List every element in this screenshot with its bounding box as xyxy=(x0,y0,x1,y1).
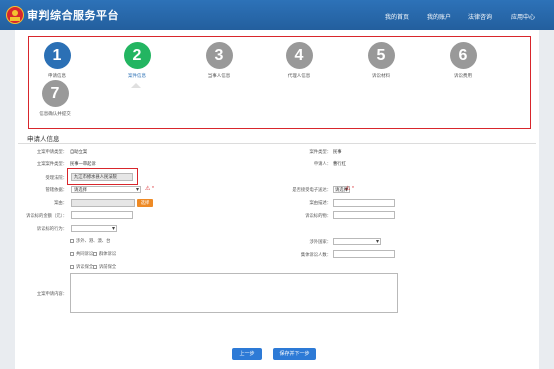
small-claims-checkbox[interactable]: 诉讼保全 xyxy=(70,264,93,270)
litigation-act-label: 诉讼标的行为： xyxy=(36,226,67,231)
claim-amount-label: 诉讼标的金额（元）： xyxy=(26,213,67,218)
step-5-number: 5 xyxy=(367,42,395,69)
case-code-value: 民事一审起诉 xyxy=(70,161,96,166)
section-divider xyxy=(18,143,536,144)
claim-object-field[interactable] xyxy=(333,211,395,219)
foreign-related-label: 涉外、港、澳、台 xyxy=(76,238,111,243)
court-emblem-icon xyxy=(6,6,24,24)
nav-legal-consult[interactable]: 法律咨询 xyxy=(468,12,492,21)
cause-desc-field[interactable] xyxy=(333,199,395,207)
pre-preservation-checkbox[interactable]: 诉前保全 xyxy=(93,264,116,270)
apply-type-value: 自助立案 xyxy=(70,149,88,154)
court-highlight-box xyxy=(67,168,138,185)
litigant-count-field[interactable] xyxy=(333,250,395,258)
claim-object-label: 诉讼标的物： xyxy=(305,213,331,218)
group-litigation-label: 群体诉讼 xyxy=(99,251,117,256)
step-5[interactable]: 5 诉讼材料 xyxy=(351,42,411,79)
checkbox-icon xyxy=(70,252,74,256)
foreign-country-select[interactable] xyxy=(333,238,381,245)
step-3-number: 3 xyxy=(205,42,233,69)
checkbox-icon xyxy=(93,265,97,269)
applicant-value: 曹行红 xyxy=(333,161,346,166)
required-star: * xyxy=(152,186,154,192)
case-class-label: 案件类型： xyxy=(309,149,331,154)
save-next-button[interactable]: 保存并下一步 xyxy=(273,348,316,360)
step-4-number: 4 xyxy=(285,42,313,69)
litigation-act-select[interactable] xyxy=(71,225,117,232)
case-cause-label: 案由： xyxy=(54,200,67,205)
warning-icon: ⚠ xyxy=(145,186,151,192)
step-1-number: 1 xyxy=(43,42,71,69)
nav-account[interactable]: 我的账户 xyxy=(427,12,451,21)
nav-home[interactable]: 我的首页 xyxy=(385,12,409,21)
agency-select[interactable]: 请选择 xyxy=(71,186,141,193)
case-class-value: 民事 xyxy=(333,149,342,154)
section-title: 申请人信息 xyxy=(27,136,60,143)
step-7-label: 信息确认并提交 xyxy=(39,111,71,116)
checkbox-icon xyxy=(70,265,74,269)
step-5-label: 诉讼材料 xyxy=(372,73,390,78)
joint-litigation-checkbox[interactable]: 共同诉讼 xyxy=(70,251,93,257)
court-label: 受理法院： xyxy=(45,175,67,180)
step-2-number: 2 xyxy=(123,42,151,69)
small-claims-label: 诉讼保全 xyxy=(76,264,94,269)
remarks-textarea[interactable] xyxy=(70,273,398,313)
select-cause-button[interactable]: 选择 xyxy=(137,199,153,207)
step-2-label: 案件信息 xyxy=(128,73,146,78)
step-3-label: 当事人信息 xyxy=(207,73,231,78)
step-4-label: 代理人信息 xyxy=(287,73,311,78)
foreign-country-label: 涉外国家： xyxy=(309,239,331,244)
warning-icon: ⚠ xyxy=(345,186,351,192)
cause-desc-label: 案由描述： xyxy=(309,200,331,205)
case-code-label: 立案案件类型： xyxy=(36,161,67,166)
step-7-number: 7 xyxy=(41,80,69,107)
step-6[interactable]: 6 诉讼费用 xyxy=(433,42,493,79)
remarks-label: 立案申请内容： xyxy=(36,291,67,296)
applicant-label: 申请人： xyxy=(313,161,331,166)
apply-type-label: 立案申请类型： xyxy=(36,149,67,154)
foreign-related-checkbox[interactable]: 涉外、港、澳、台 xyxy=(70,238,110,244)
joint-litigation-label: 共同诉讼 xyxy=(76,251,94,256)
top-header-bar: 审判综合服务平台 我的首页 我的账户 法律咨询 应用中心 xyxy=(0,0,554,30)
nav-app-center[interactable]: 应用中心 xyxy=(511,12,535,21)
step-1-label: 申请信息 xyxy=(48,73,66,78)
litigant-count-label: 集体诉讼人数： xyxy=(300,252,331,257)
step-6-number: 6 xyxy=(449,42,477,69)
group-litigation-checkbox[interactable]: 群体诉讼 xyxy=(93,251,116,257)
case-cause-field[interactable] xyxy=(71,199,135,207)
e-delivery-label: 是否接受电子送达： xyxy=(292,187,331,192)
agency-select-value: 请选择 xyxy=(74,187,87,192)
pre-preservation-label: 诉前保全 xyxy=(99,264,117,269)
checkbox-icon xyxy=(93,252,97,256)
step-4[interactable]: 4 代理人信息 xyxy=(269,42,329,79)
step-1[interactable]: 1 申请信息 xyxy=(27,42,87,79)
step-6-label: 诉讼费用 xyxy=(454,73,472,78)
checkbox-icon xyxy=(70,239,74,243)
active-step-pointer-icon xyxy=(131,83,141,88)
step-7[interactable]: 7 信息确认并提交 xyxy=(25,80,85,117)
agency-label: 管辖依据： xyxy=(45,187,67,192)
app-title: 审判综合服务平台 xyxy=(27,10,119,22)
prev-step-button[interactable]: 上一步 xyxy=(232,348,262,360)
claim-amount-field[interactable] xyxy=(71,211,133,219)
step-3[interactable]: 3 当事人信息 xyxy=(189,42,249,79)
required-star: * xyxy=(352,186,354,192)
step-2[interactable]: 2 案件信息 xyxy=(107,42,167,79)
